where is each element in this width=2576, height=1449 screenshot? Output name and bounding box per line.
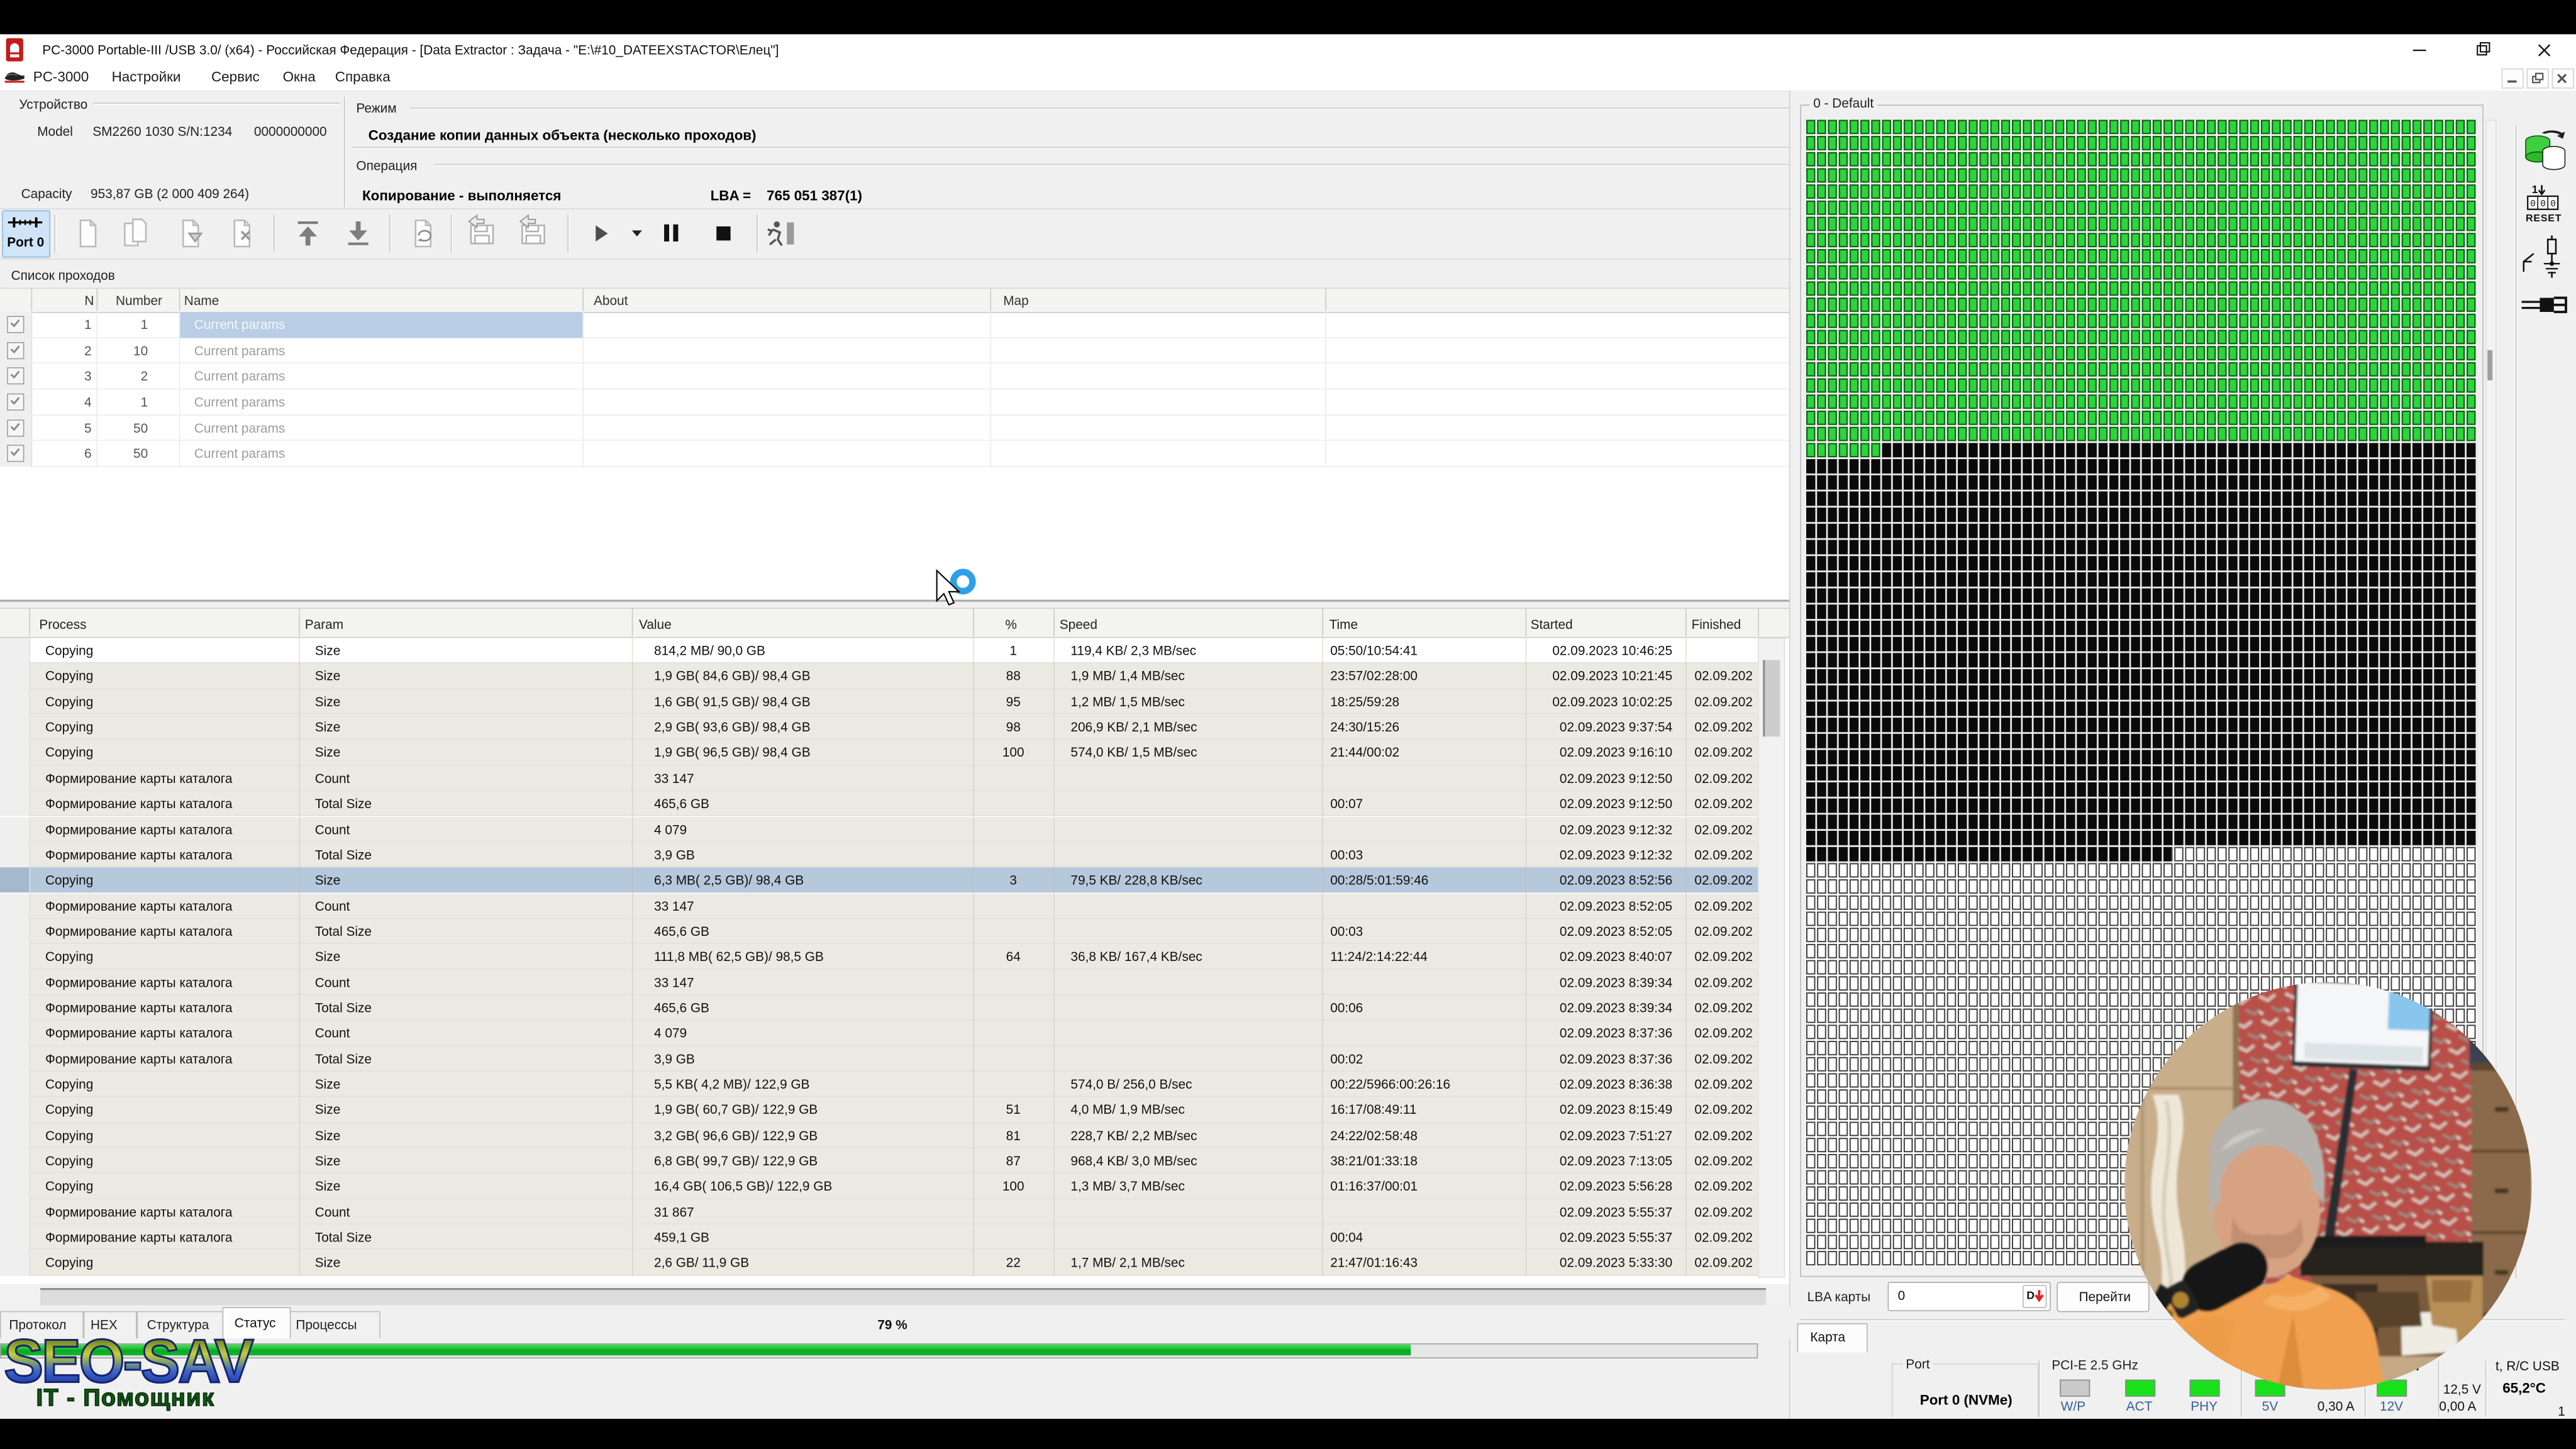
svg-text:0: 0 <box>2530 199 2536 209</box>
svg-text:0: 0 <box>2550 199 2556 209</box>
svg-text:1: 1 <box>2532 183 2538 196</box>
svg-text:0: 0 <box>2540 199 2546 209</box>
svg-text:RESET: RESET <box>2526 213 2562 224</box>
